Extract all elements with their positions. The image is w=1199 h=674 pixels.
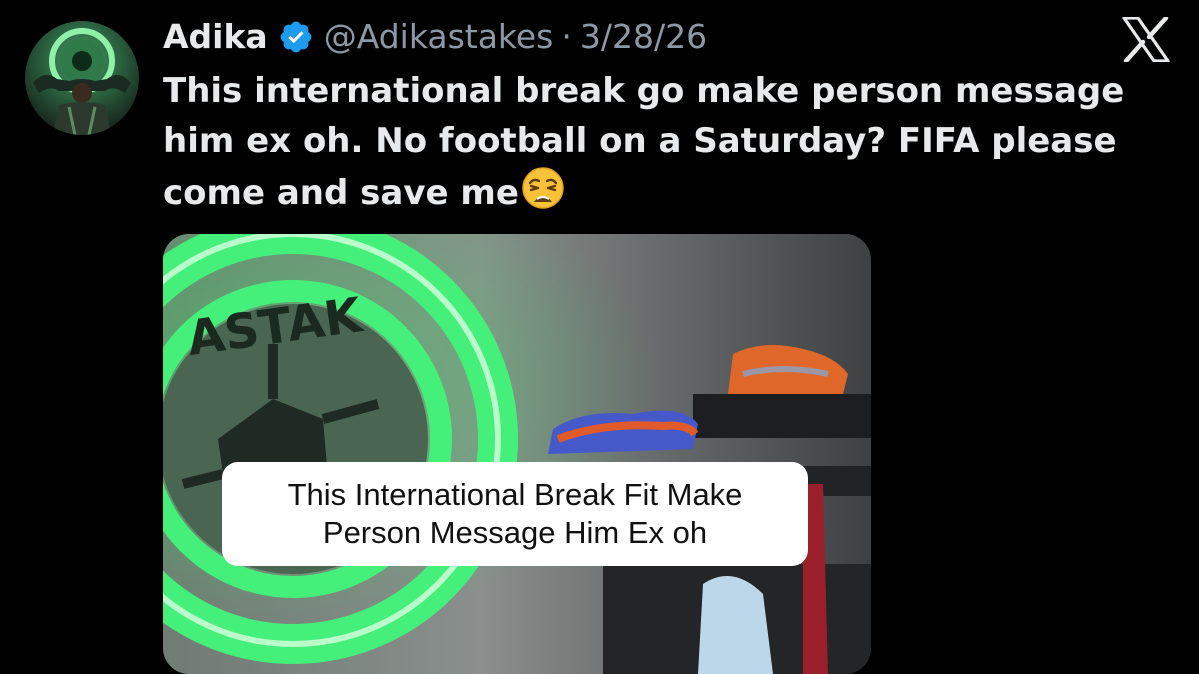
tweet-date[interactable]: 3/28/26 [580,13,707,61]
tweet-media-image[interactable]: ASTAK This International Break Fit Make … [163,234,871,674]
caption-line-1: This International Break Fit Make [287,477,743,512]
header-separator: · [561,17,572,56]
tweet-header: Adika @Adikastakes · 3/28/26 [163,13,707,61]
tweet-text: This international break go make person … [163,66,1153,218]
author-handle[interactable]: @Adikastakes [324,13,554,61]
x-logo-icon[interactable] [1122,17,1170,62]
caption-line-2: Person Message Him Ex oh [322,515,708,550]
avatar-image [33,28,131,135]
media-caption: This International Break Fit Make Person… [222,462,808,566]
author-display-name[interactable]: Adika [163,13,268,61]
tweet-body: This international break go make person … [163,71,1125,213]
verified-badge-icon [278,19,314,55]
author-avatar[interactable] [25,21,139,135]
weary-face-emoji-icon [521,166,565,210]
media-scene: ASTAK [163,234,871,674]
